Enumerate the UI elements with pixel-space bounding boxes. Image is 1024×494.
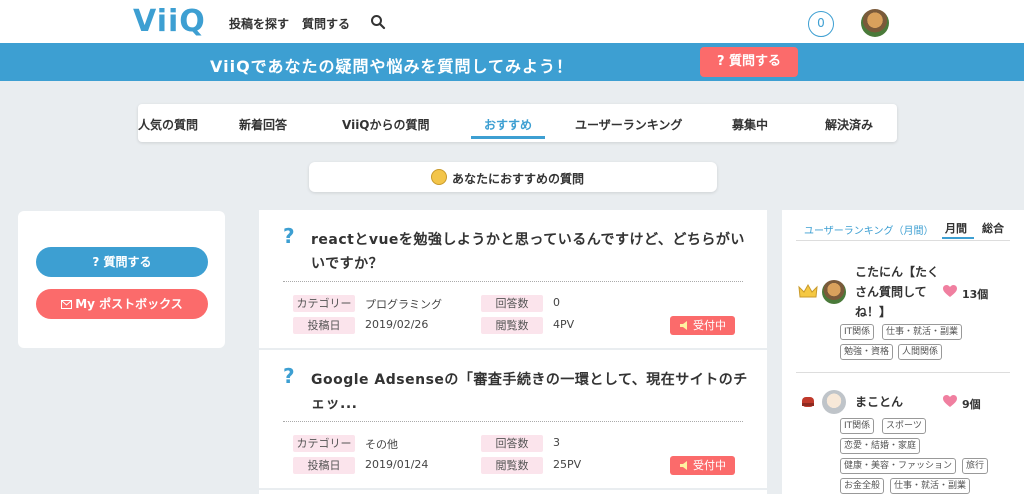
tab-from-viiq[interactable]: ViiQからの質問 [342,116,430,133]
status-badge: 受付中 [670,316,735,335]
postbox-label: My ポストボックス [75,297,183,311]
views-label: 閲覧数 [481,457,543,474]
date-value: 2019/02/26 [365,318,429,331]
recommend-header: あなたにおすすめの質問 [309,162,717,192]
tab-user-ranking[interactable]: ユーザーランキング [575,116,682,133]
action-sidebar: ? 質問する My ポストボックス [18,211,225,348]
sidebar-postbox-button[interactable]: My ポストボックス [36,289,208,319]
tab-popular[interactable]: 人気の質問 [138,116,198,133]
tag[interactable]: 恋愛・結婚・家庭 [840,438,921,454]
search-icon[interactable] [370,14,386,30]
ranking-tab-monthly[interactable]: 月間 [945,220,967,236]
tag[interactable]: IT関係 [840,324,875,340]
banner-text: ViiQであなたの疑問や悩みを質問してみよう！ [210,57,574,76]
question-card[interactable]: ? Google Adsenseの「審査手続きの一環として、現在サイトのチェッ.… [259,350,767,488]
user-avatar[interactable] [822,280,846,304]
tab-resolved[interactable]: 解決済み [825,116,873,133]
nav-ask-question[interactable]: 質問する [302,15,350,32]
promo-banner: ViiQであなたの疑問や悩みを質問してみよう！ ? 質問する [0,43,1024,81]
answers-value: 3 [553,436,560,449]
tag[interactable]: スポーツ [882,418,926,434]
divider [283,281,743,282]
user-avatar[interactable] [861,9,889,37]
tag[interactable]: 健康・美容・ファッション [840,458,957,474]
user-name[interactable]: まことん [855,392,903,412]
answers-label: 回答数 [481,435,543,452]
tag[interactable]: 勉強・資格 [840,344,894,360]
status-text: 受付中 [693,459,726,472]
question-icon: ? [283,224,295,248]
top-header: ViiQ 投稿を探す 質問する 0 [0,0,1024,43]
status-text: 受付中 [693,319,726,332]
category-label: カテゴリー [293,295,355,312]
question-icon: ? [283,364,295,388]
category-label: カテゴリー [293,435,355,452]
site-logo[interactable]: ViiQ [133,4,206,39]
date-label: 投稿日 [293,317,355,334]
active-tab-indicator [471,136,545,139]
answer-count: 9個 [962,398,981,411]
tab-new-answers[interactable]: 新着回答 [239,116,287,133]
ranking-title: ユーザーランキング（月間） [804,226,934,237]
gold-crown-icon [798,284,818,298]
views-label: 閲覧数 [481,317,543,334]
heart-icon [943,285,957,297]
date-label: 投稿日 [293,457,355,474]
active-ranking-tab-indicator [942,237,974,239]
question-title[interactable]: reactとvueを勉強しようかと思っているんですけど、どちらがいいですか？ [311,228,751,276]
answer-count: 13個 [962,288,989,301]
tab-recommended[interactable]: おすすめ [484,116,532,133]
answers-value: 0 [553,296,560,309]
category-value[interactable]: プログラミング [365,296,442,312]
views-value: 4PV [553,318,575,331]
user-ranking-panel: ユーザーランキング（月間） 月間 総合 こたにん【たく さん質問して ね！】 1… [782,210,1024,494]
tag[interactable]: お金全般 [840,478,885,494]
nav-browse-posts[interactable]: 投稿を探す [229,15,289,32]
question-title[interactable]: Google Adsenseの「審査手続きの一環として、現在サイトのチェッ... [311,368,751,416]
divider [283,421,743,422]
envelope-icon [61,300,73,309]
notification-badge[interactable]: 0 [808,11,834,37]
sidebar-ask-button[interactable]: ? 質問する [36,247,208,277]
banner-ask-button[interactable]: ? 質問する [700,47,798,77]
tag[interactable]: 旅行 [962,458,989,474]
user-name[interactable]: こたにん【たく さん質問して ね！】 [855,262,939,322]
category-value[interactable]: その他 [365,436,398,452]
megaphone-icon [680,321,687,330]
question-card[interactable] [259,490,767,494]
megaphone-icon [680,461,687,470]
smile-icon [431,169,447,185]
ranking-tab-overall[interactable]: 総合 [982,220,1004,236]
recommend-title: あなたにおすすめの質問 [452,172,585,186]
divider [796,240,1010,241]
answers-label: 回答数 [481,295,543,312]
tab-recruiting[interactable]: 募集中 [732,116,768,133]
status-badge: 受付中 [670,456,735,475]
red-crown-icon [802,397,814,407]
date-value: 2019/01/24 [365,458,429,471]
user-avatar[interactable] [822,390,846,414]
tag[interactable]: 人間関係 [898,344,943,360]
tag[interactable]: 仕事・就活・副業 [882,324,963,340]
tag[interactable]: IT関係 [840,418,875,434]
heart-icon [943,395,957,407]
views-value: 25PV [553,458,582,471]
question-card[interactable]: ? reactとvueを勉強しようかと思っているんですけど、どちらがいいですか？… [259,210,767,348]
tag[interactable]: 仕事・就活・副業 [890,478,971,494]
divider [796,372,1010,373]
